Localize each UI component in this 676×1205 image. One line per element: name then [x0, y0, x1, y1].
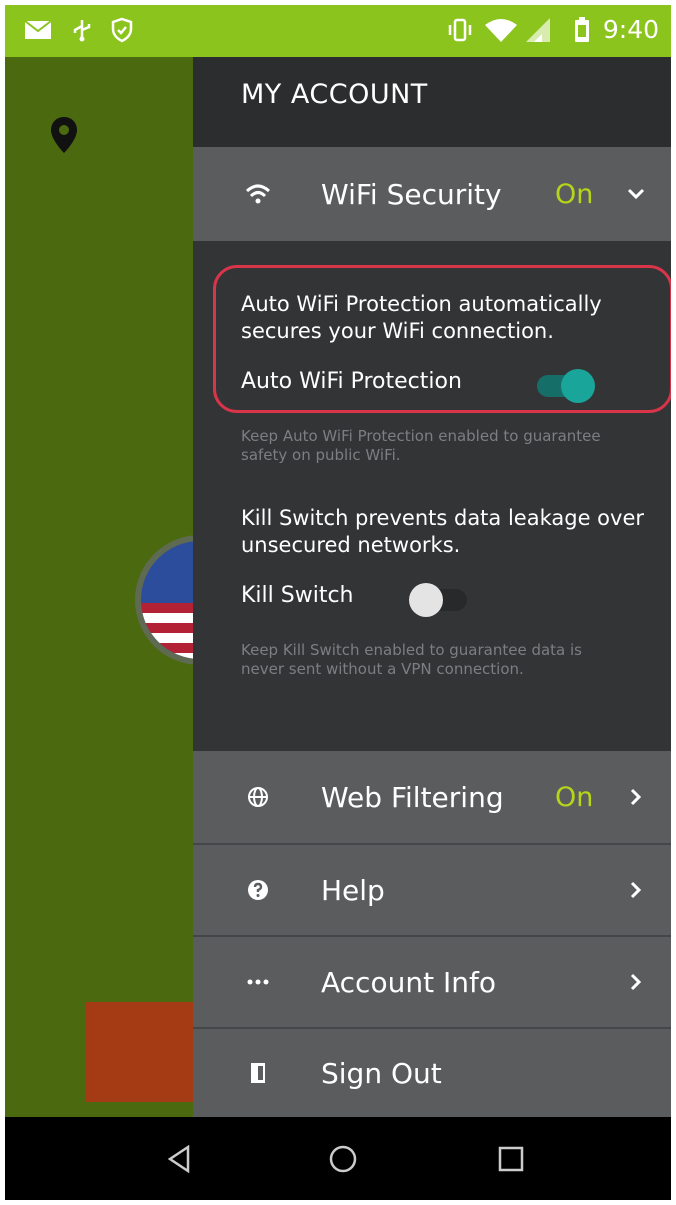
chevron-right-icon [625, 786, 647, 808]
chevron-right-icon [625, 879, 647, 901]
highlight-annotation [213, 265, 671, 413]
recents-icon[interactable] [491, 1141, 531, 1177]
clock: 9:40 [602, 15, 659, 44]
globe-icon [243, 782, 273, 812]
signal-icon [523, 17, 553, 43]
account-drawer: MY ACCOUNT WiFi Security On Auto WiFi Pr… [193, 57, 671, 1117]
chevron-right-icon [625, 971, 647, 993]
wifi-icon [243, 179, 273, 209]
usb-icon [69, 17, 95, 43]
account-info-label: Account Info [321, 965, 496, 999]
location-pin-icon[interactable] [49, 115, 79, 159]
wifi-security-label: WiFi Security [321, 177, 502, 211]
more-icon [243, 967, 273, 997]
web-filtering-status: On [555, 781, 594, 813]
kill-switch-toggle[interactable] [409, 583, 467, 617]
kill-switch-description: Kill Switch prevents data leakage over u… [241, 506, 644, 557]
kill-switch-hint: Keep Kill Switch enabled to guarantee da… [241, 641, 582, 678]
vibrate-icon [445, 17, 475, 43]
sign-out-icon [243, 1058, 273, 1088]
help-icon [243, 875, 273, 905]
phone-screen: 9:40 MY ACCOUNT WiFi Security On Auto Wi… [5, 5, 671, 1200]
nav-bar [5, 1117, 671, 1200]
sign-out-row[interactable]: Sign Out [193, 1029, 671, 1117]
chevron-down-icon[interactable] [625, 183, 647, 205]
drawer-header: MY ACCOUNT [193, 57, 671, 147]
help-label: Help [321, 873, 385, 907]
shield-icon [109, 17, 135, 43]
wifi-security-row[interactable]: WiFi Security On [193, 147, 671, 241]
home-icon[interactable] [323, 1141, 363, 1177]
connect-button[interactable] [85, 1002, 200, 1102]
background-app [5, 57, 265, 1117]
sign-out-label: Sign Out [321, 1056, 442, 1090]
battery-icon [571, 17, 593, 43]
mail-icon [23, 17, 53, 43]
drawer-title: MY ACCOUNT [241, 79, 428, 110]
web-filtering-label: Web Filtering [321, 780, 504, 814]
account-info-row[interactable]: Account Info [193, 937, 671, 1027]
back-icon[interactable] [159, 1141, 199, 1177]
web-filtering-row[interactable]: Web Filtering On [193, 751, 671, 843]
wifi-icon [483, 17, 519, 43]
status-bar: 9:40 [5, 5, 671, 57]
help-row[interactable]: Help [193, 845, 671, 935]
auto-wifi-hint: Keep Auto WiFi Protection enabled to gua… [241, 427, 601, 464]
wifi-security-status: On [555, 178, 594, 210]
kill-switch-toggle-knob [409, 583, 443, 617]
kill-switch-label: Kill Switch [241, 583, 354, 608]
